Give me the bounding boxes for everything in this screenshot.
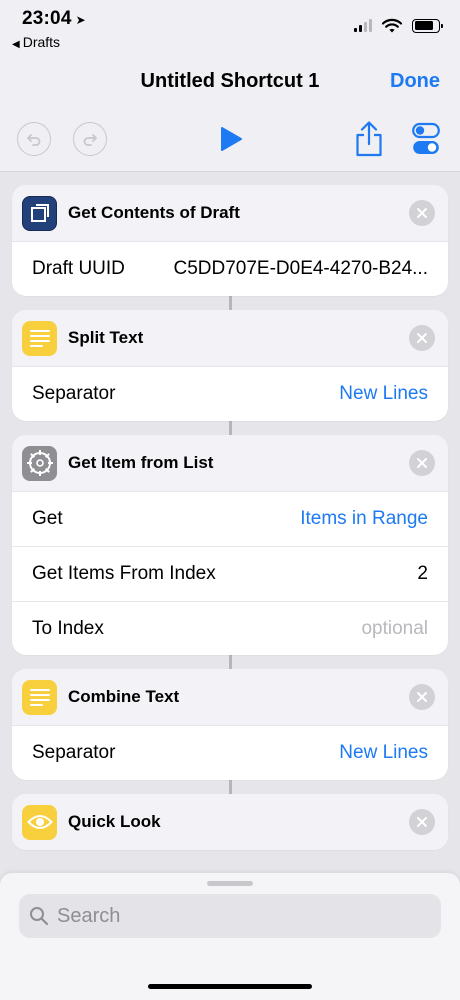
battery-icon: [412, 18, 443, 33]
cellular-signal-icon: [354, 19, 372, 32]
action-header[interactable]: Combine Text: [12, 669, 448, 725]
parameter-label: To Index: [32, 618, 104, 639]
status-time: 23:04 ➤: [22, 8, 86, 29]
settings-toggle-button[interactable]: [412, 122, 446, 156]
action-title: Quick Look: [68, 812, 161, 831]
location-arrow-icon: ➤: [75, 13, 86, 27]
parameter-row-to-index[interactable]: To Index optional: [12, 601, 448, 655]
redo-button[interactable]: [73, 122, 107, 156]
parameter-value-placeholder[interactable]: optional: [361, 618, 428, 640]
back-app-label: Drafts: [22, 34, 61, 50]
remove-action-button[interactable]: [409, 809, 435, 835]
action-title: Get Item from List: [68, 453, 214, 472]
action-title: Combine Text: [68, 687, 180, 706]
redo-icon: [83, 134, 97, 146]
parameter-row-get[interactable]: Get Items in Range: [12, 491, 448, 546]
parameter-label: Separator: [32, 383, 116, 404]
parameter-label: Draft UUID: [32, 258, 125, 279]
parameter-value[interactable]: New Lines: [339, 383, 428, 405]
share-button[interactable]: [352, 120, 386, 157]
remove-action-button[interactable]: [409, 200, 435, 226]
status-bar: 23:04 ➤ ◀ Drafts: [0, 0, 460, 60]
remove-action-button[interactable]: [409, 450, 435, 476]
search-icon: [30, 907, 49, 926]
remove-action-button[interactable]: [409, 325, 435, 351]
undo-icon: [27, 134, 41, 146]
parameter-row-separator[interactable]: Separator New Lines: [12, 725, 448, 780]
drafts-icon: [22, 195, 57, 231]
share-icon: [356, 121, 382, 157]
action-header[interactable]: Get Contents of Draft: [12, 185, 448, 241]
action-card-quick-look[interactable]: Quick Look: [12, 794, 448, 850]
action-title: Get Contents of Draft: [68, 203, 240, 222]
home-indicator[interactable]: [148, 984, 312, 989]
close-icon: [417, 458, 427, 468]
sheet-grabber-handle[interactable]: [207, 881, 253, 886]
parameter-row-get-items-from-index[interactable]: Get Items From Index 2: [12, 546, 448, 601]
eye-icon: [22, 804, 57, 840]
action-header[interactable]: Get Item from List: [12, 435, 448, 491]
undo-button[interactable]: [17, 122, 51, 156]
action-card-split-text[interactable]: Split Text Separator New Lines: [12, 310, 448, 421]
nav-bar: Untitled Shortcut 1 Done: [0, 60, 460, 108]
toggle-settings-icon: [412, 122, 440, 154]
flow-connector: [229, 655, 232, 670]
actions-search-sheet: [0, 873, 460, 1000]
action-title: Split Text: [68, 328, 144, 347]
search-input[interactable]: [57, 904, 417, 928]
gear-icon: [22, 445, 57, 481]
action-card-combine-text[interactable]: Combine Text Separator New Lines: [12, 669, 448, 780]
flow-connector: [229, 296, 232, 311]
text-icon: [22, 320, 57, 356]
text-icon: [22, 679, 57, 715]
close-icon: [417, 817, 427, 827]
parameter-row-separator[interactable]: Separator New Lines: [12, 366, 448, 421]
parameter-row-draft-uuid[interactable]: Draft UUID C5DD707E-D0E4-4270-B24...: [12, 241, 448, 296]
close-icon: [417, 333, 427, 343]
action-header[interactable]: Quick Look: [12, 794, 448, 850]
close-icon: [417, 692, 427, 702]
run-button[interactable]: [213, 122, 247, 156]
action-card-get-contents-of-draft[interactable]: Get Contents of Draft Draft UUID C5DD707…: [12, 185, 448, 296]
remove-action-button[interactable]: [409, 684, 435, 710]
parameter-label: Get Items From Index: [32, 563, 216, 584]
close-icon: [417, 208, 427, 218]
parameter-label: Separator: [32, 742, 116, 763]
done-button[interactable]: Done: [390, 70, 440, 93]
action-card-get-item-from-list[interactable]: Get Item from List Get Items in Range Ge…: [12, 435, 448, 655]
flow-connector: [229, 780, 232, 795]
play-icon: [221, 127, 242, 151]
parameter-value[interactable]: 2: [417, 563, 428, 585]
search-bar[interactable]: [19, 894, 441, 938]
back-triangle-icon: ◀: [12, 39, 20, 50]
flow-connector: [229, 421, 232, 436]
parameter-value[interactable]: C5DD707E-D0E4-4270-B24...: [173, 258, 428, 280]
editor-toolbar: [0, 108, 460, 172]
parameter-label: Get: [32, 508, 63, 529]
action-header[interactable]: Split Text: [12, 310, 448, 366]
parameter-value[interactable]: Items in Range: [300, 508, 428, 530]
wifi-icon: [382, 18, 402, 33]
status-icons: [354, 18, 443, 33]
back-to-app-link[interactable]: ◀ Drafts: [12, 34, 60, 50]
parameter-value[interactable]: New Lines: [339, 742, 428, 764]
